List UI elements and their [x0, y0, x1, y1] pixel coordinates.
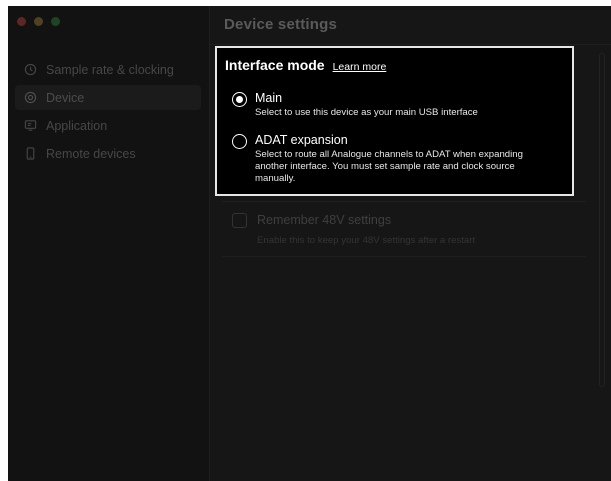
app-window: Sample rate & clocking Device Applicatio… — [8, 6, 611, 481]
learn-more-link[interactable]: Learn more — [333, 61, 387, 73]
sidebar-nav: Sample rate & clocking Device Applicatio… — [15, 57, 201, 169]
remember-48v-label: Remember 48V settings — [257, 213, 392, 227]
close-window-button[interactable] — [17, 17, 26, 26]
minimize-window-button[interactable] — [34, 17, 43, 26]
main-radio[interactable] — [232, 92, 247, 107]
sidebar: Sample rate & clocking Device Applicatio… — [8, 6, 210, 481]
sidebar-item-application[interactable]: Application — [15, 113, 201, 138]
radio-selected-dot — [236, 96, 243, 103]
adat-option-description-line-1: Select to route all Analogue channels to… — [255, 149, 523, 160]
application-icon — [24, 119, 37, 132]
phone-icon — [24, 147, 37, 160]
adat-radio[interactable] — [232, 134, 247, 149]
adat-option[interactable]: ADAT expansion Select to route all Analo… — [232, 133, 523, 185]
remember-48v-row[interactable]: Remember 48V settings — [232, 212, 391, 228]
device-icon — [24, 91, 37, 104]
main-option[interactable]: Main Select to use this device as your m… — [232, 91, 478, 119]
divider — [222, 256, 586, 257]
sidebar-item-sample-rate[interactable]: Sample rate & clocking — [15, 57, 201, 82]
scrollbar[interactable] — [599, 53, 605, 387]
main-option-description: Select to use this device as your main U… — [255, 107, 478, 118]
adat-option-description-line-3: manually. — [255, 173, 296, 184]
maximize-window-button[interactable] — [51, 17, 60, 26]
window-controls — [17, 17, 60, 26]
sidebar-item-remote-devices[interactable]: Remote devices — [15, 141, 201, 166]
header-divider — [210, 44, 611, 45]
adat-option-description-line-2: another interface. You must set sample r… — [255, 161, 515, 172]
interface-mode-title: Interface mode — [225, 57, 325, 73]
main-option-label: Main — [255, 91, 283, 105]
adat-option-label: ADAT expansion — [255, 133, 348, 147]
main-option-text: Main Select to use this device as your m… — [255, 91, 478, 119]
interface-mode-header: Interface mode Learn more — [225, 57, 386, 73]
adat-option-text: ADAT expansion Select to route all Analo… — [255, 133, 523, 185]
sidebar-item-label: Application — [46, 118, 108, 133]
remember-48v-description: Enable this to keep your 48V settings af… — [257, 235, 476, 246]
sidebar-item-label: Remote devices — [46, 146, 136, 161]
page-title: Device settings — [224, 16, 338, 33]
sidebar-item-device[interactable]: Device — [15, 85, 201, 110]
interface-mode-panel: Interface mode Learn more Main Select to… — [215, 46, 574, 196]
sidebar-item-label: Sample rate & clocking — [46, 62, 174, 77]
remember-48v-checkbox[interactable] — [232, 213, 247, 228]
sidebar-item-label: Device — [46, 90, 85, 105]
clock-icon — [24, 63, 37, 76]
divider — [222, 201, 586, 202]
